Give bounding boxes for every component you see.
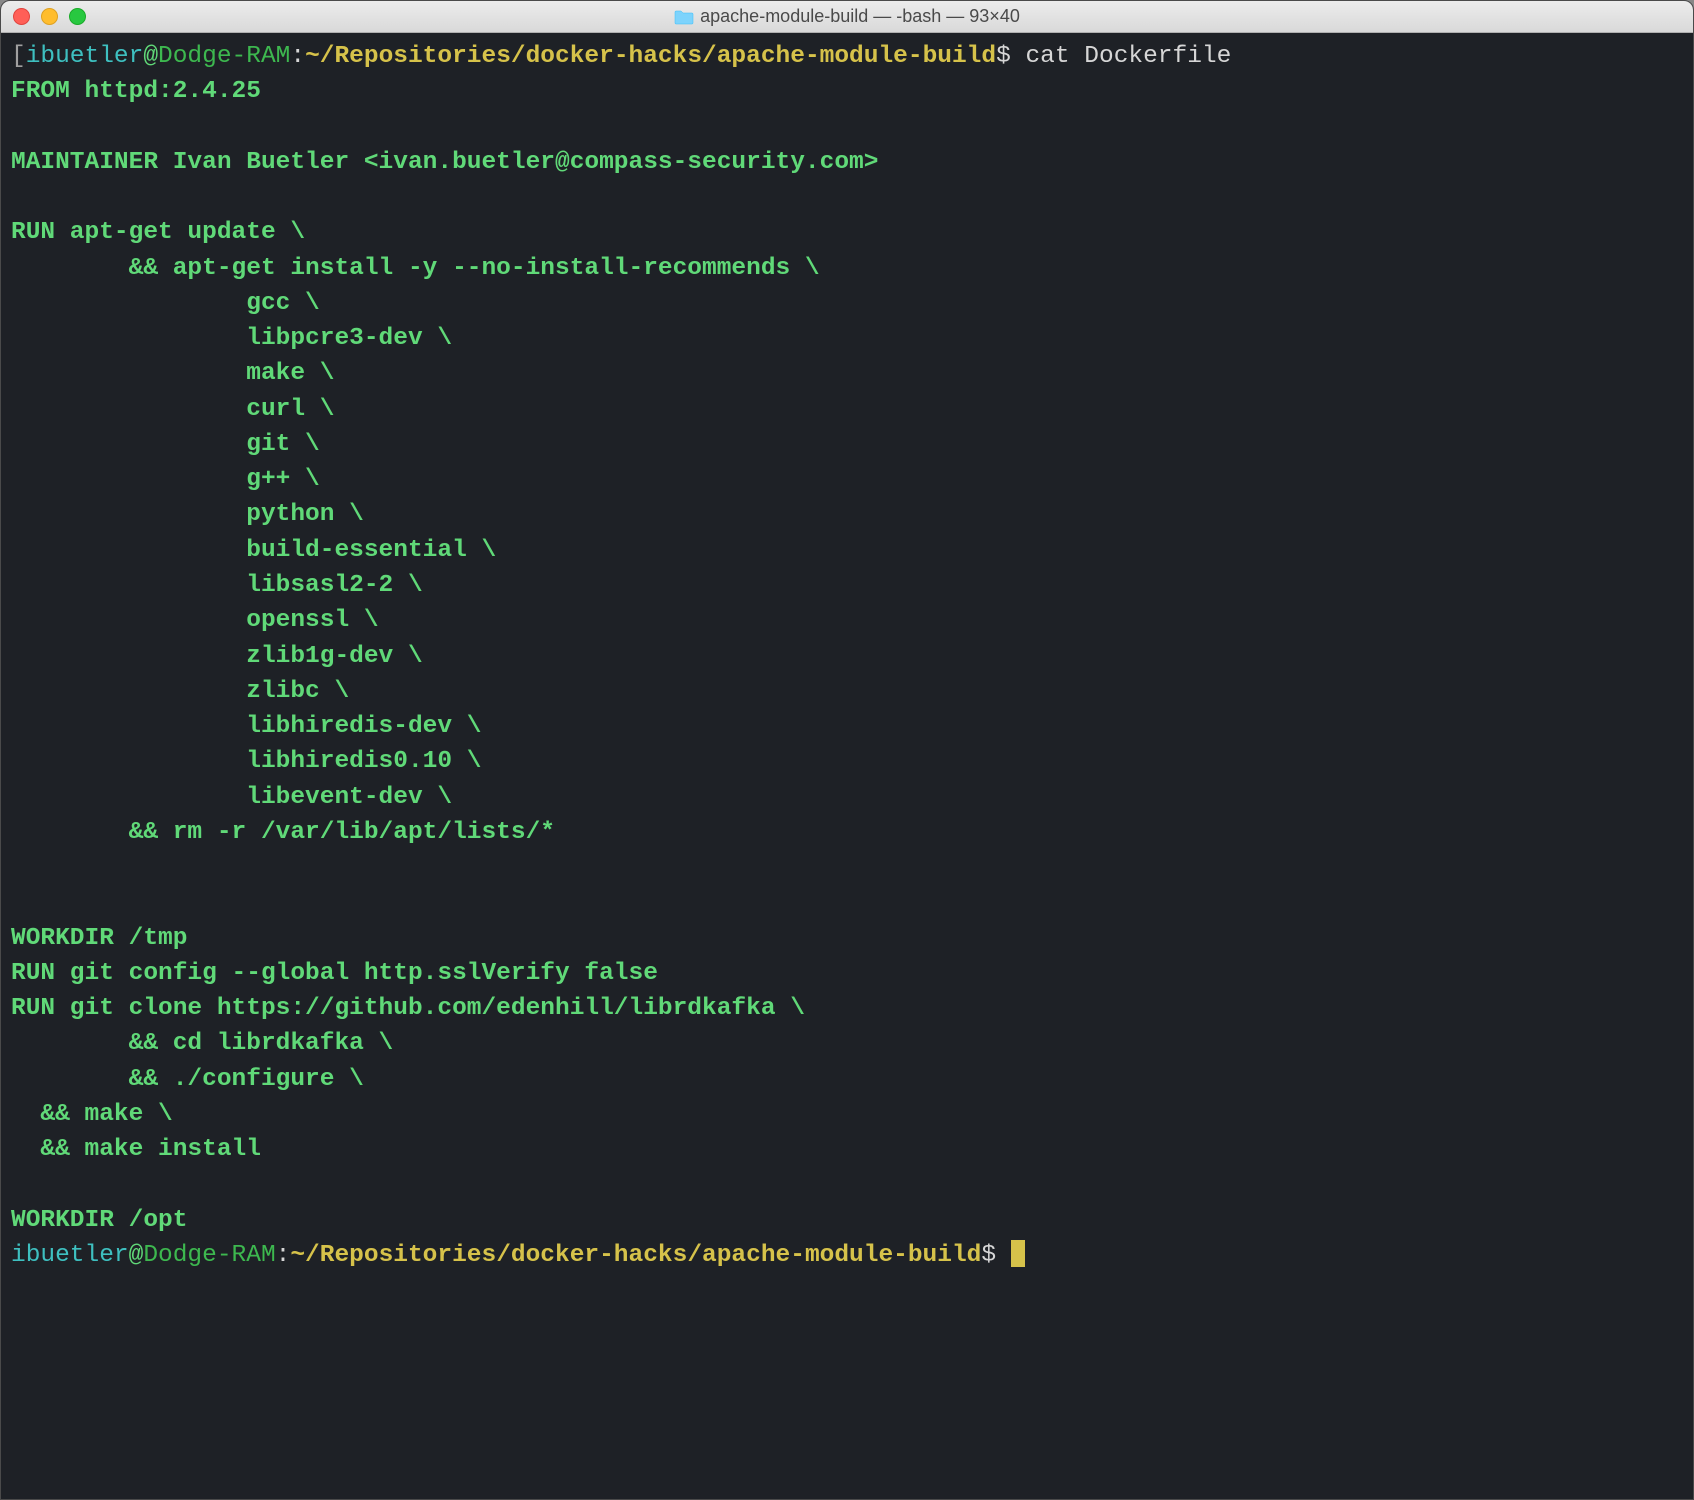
maximize-icon[interactable]	[69, 8, 86, 25]
output-line: RUN apt-get update \	[11, 219, 305, 246]
window-title: apache-module-build — -bash — 93×40	[1, 6, 1693, 27]
prompt-space	[996, 1242, 1011, 1269]
output-line: && make install	[11, 1136, 261, 1163]
output-line: FROM httpd:2.4.25	[11, 78, 261, 105]
prompt-command: cat Dockerfile	[1011, 43, 1232, 70]
output-line: python \	[11, 501, 364, 528]
output-line: && make \	[11, 1101, 173, 1128]
prompt-host: Dodge-RAM	[143, 1242, 275, 1269]
prompt-dollar: $	[996, 43, 1011, 70]
output-line: && ./configure \	[11, 1066, 364, 1093]
prompt-colon: :	[276, 1242, 291, 1269]
close-icon[interactable]	[13, 8, 30, 25]
output-line: git \	[11, 431, 320, 458]
output-line: zlibc \	[11, 678, 349, 705]
output-line: make \	[11, 360, 334, 387]
prompt-host: Dodge-RAM	[158, 43, 290, 70]
folder-icon	[674, 9, 694, 25]
output-line: libsasl2-2 \	[11, 572, 423, 599]
prompt-at: @	[129, 1242, 144, 1269]
output-line: build-essential \	[11, 537, 496, 564]
output-line: RUN git config --global http.sslVerify f…	[11, 960, 658, 987]
output-line: WORKDIR /tmp	[11, 925, 187, 952]
output-line: && rm -r /var/lib/apt/lists/*	[11, 819, 555, 846]
output-line: curl \	[11, 396, 334, 423]
output-line: RUN git clone https://github.com/edenhil…	[11, 995, 805, 1022]
minimize-icon[interactable]	[41, 8, 58, 25]
terminal-body[interactable]: [ibuetler@Dodge-RAM:~/Repositories/docke…	[1, 33, 1693, 1499]
prompt-bracket: [	[11, 43, 26, 70]
output-line: zlib1g-dev \	[11, 643, 423, 670]
output-line: MAINTAINER Ivan Buetler <ivan.buetler@co…	[11, 149, 878, 176]
output-line: g++ \	[11, 466, 320, 493]
prompt-path: ~/Repositories/docker-hacks/apache-modul…	[290, 1242, 981, 1269]
output-line: libevent-dev \	[11, 784, 452, 811]
output-line: gcc \	[11, 290, 320, 317]
output-line: openssl \	[11, 607, 379, 634]
terminal-window: apache-module-build — -bash — 93×40 [ibu…	[0, 0, 1694, 1500]
output-line: libpcre3-dev \	[11, 325, 452, 352]
output-line: && cd librdkafka \	[11, 1030, 393, 1057]
output-line: WORKDIR /opt	[11, 1207, 187, 1234]
window-titlebar[interactable]: apache-module-build — -bash — 93×40	[1, 1, 1693, 33]
prompt-colon: :	[290, 43, 305, 70]
cursor-icon	[1011, 1240, 1025, 1267]
prompt-at: @	[143, 43, 158, 70]
prompt-user: ibuetler	[26, 43, 144, 70]
traffic-lights	[13, 8, 86, 25]
output-line: libhiredis-dev \	[11, 713, 481, 740]
prompt-user: ibuetler	[11, 1242, 129, 1269]
output-line: libhiredis0.10 \	[11, 748, 481, 775]
window-title-text: apache-module-build — -bash — 93×40	[700, 6, 1020, 27]
prompt-dollar: $	[981, 1242, 996, 1269]
output-line: && apt-get install -y --no-install-recom…	[11, 255, 820, 282]
prompt-path: ~/Repositories/docker-hacks/apache-modul…	[305, 43, 996, 70]
